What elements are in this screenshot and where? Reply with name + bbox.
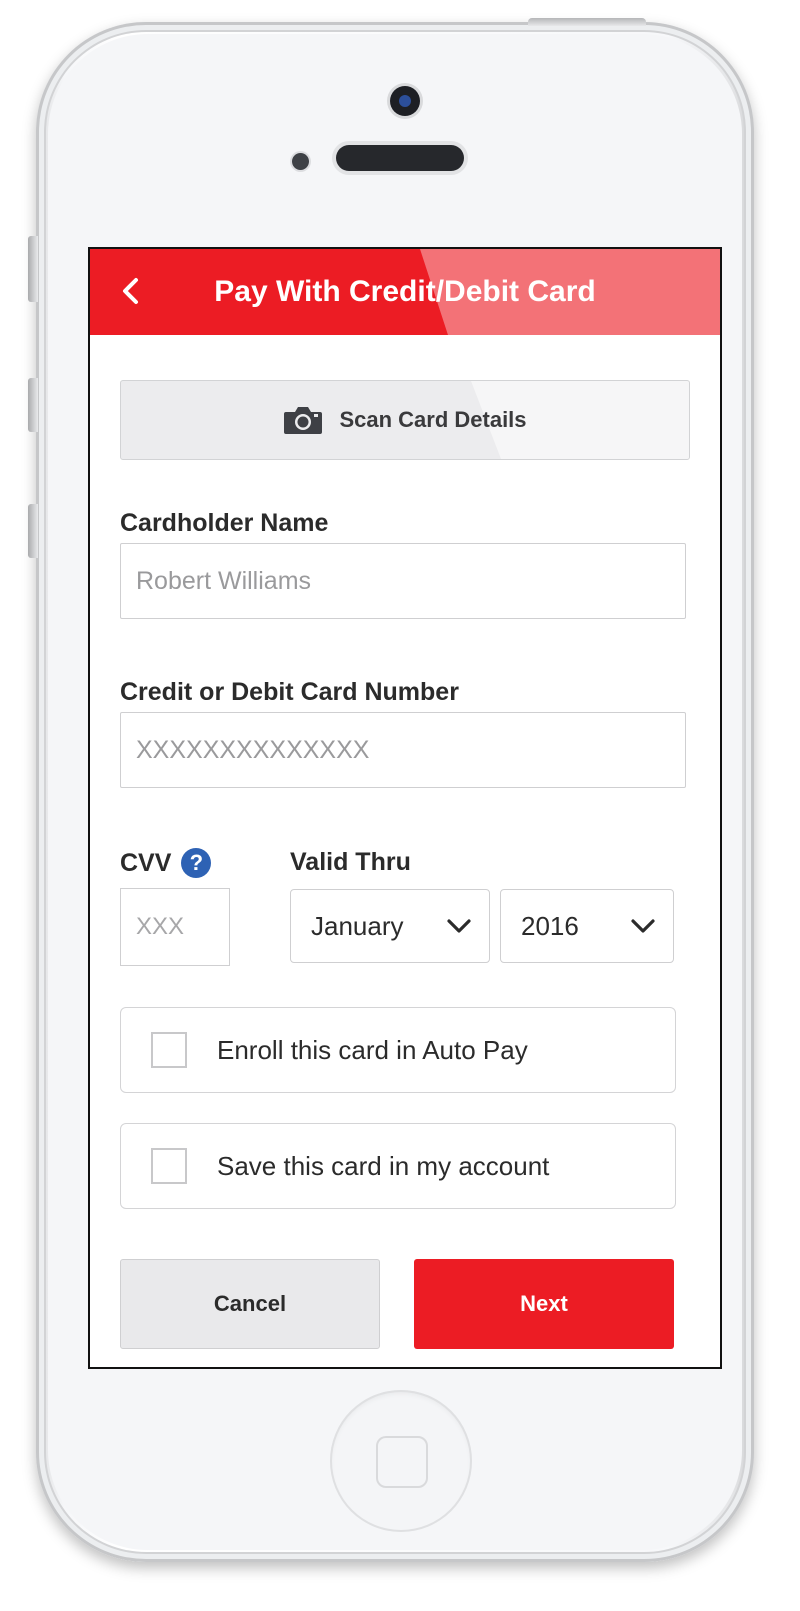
cvv-label-group: CVV ? bbox=[120, 848, 212, 878]
cvv-placeholder: XXX bbox=[136, 913, 185, 940]
scan-card-button[interactable]: Scan Card Details bbox=[120, 380, 690, 460]
cancel-button[interactable]: Cancel bbox=[120, 1259, 380, 1349]
cvv-label: CVV bbox=[120, 848, 172, 877]
year-select[interactable]: 2016 bbox=[500, 889, 674, 963]
proximity-sensor bbox=[292, 153, 309, 170]
auto-pay-option[interactable]: Enroll this card in Auto Pay bbox=[120, 1007, 676, 1093]
camera-icon bbox=[284, 407, 323, 434]
card-number-placeholder: XXXXXXXXXXXXXX bbox=[136, 735, 370, 764]
cardholder-name-value: Robert Williams bbox=[136, 566, 312, 595]
header-bar: Pay With Credit/Debit Card bbox=[90, 249, 720, 335]
chevron-down-icon bbox=[631, 919, 655, 933]
next-button[interactable]: Next bbox=[414, 1259, 674, 1349]
question-icon[interactable]: ? bbox=[181, 848, 212, 878]
save-card-checkbox[interactable] bbox=[151, 1148, 187, 1184]
home-button-square bbox=[376, 1436, 428, 1488]
auto-pay-label: Enroll this card in Auto Pay bbox=[217, 1034, 528, 1065]
screen: Pay With Credit/Debit Card Scan Card Det… bbox=[88, 247, 722, 1369]
save-card-label: Save this card in my account bbox=[217, 1150, 550, 1181]
home-button[interactable] bbox=[330, 1390, 472, 1532]
chevron-down-icon bbox=[447, 919, 471, 933]
year-select-value: 2016 bbox=[521, 910, 579, 941]
valid-thru-label: Valid Thru bbox=[290, 848, 411, 876]
page-title: Pay With Credit/Debit Card bbox=[214, 275, 596, 308]
volume-down-button bbox=[28, 504, 38, 558]
cardholder-name-label: Cardholder Name bbox=[120, 509, 329, 537]
chevron-left-icon bbox=[123, 278, 138, 304]
front-camera bbox=[390, 86, 420, 116]
month-select[interactable]: January bbox=[290, 889, 490, 963]
scan-card-label: Scan Card Details bbox=[339, 407, 527, 432]
earpiece-speaker bbox=[336, 145, 464, 171]
card-number-label: Credit or Debit Card Number bbox=[120, 678, 459, 706]
month-select-value: January bbox=[311, 910, 404, 941]
auto-pay-checkbox[interactable] bbox=[151, 1032, 187, 1068]
power-button bbox=[528, 18, 646, 26]
card-number-input[interactable]: XXXXXXXXXXXXXX bbox=[120, 712, 686, 788]
back-button[interactable] bbox=[112, 269, 148, 313]
cvv-input[interactable]: XXX bbox=[120, 888, 230, 966]
cardholder-name-input[interactable]: Robert Williams bbox=[120, 543, 686, 619]
volume-up-button bbox=[28, 378, 38, 432]
mute-switch bbox=[28, 236, 38, 302]
save-card-option[interactable]: Save this card in my account bbox=[120, 1123, 676, 1209]
